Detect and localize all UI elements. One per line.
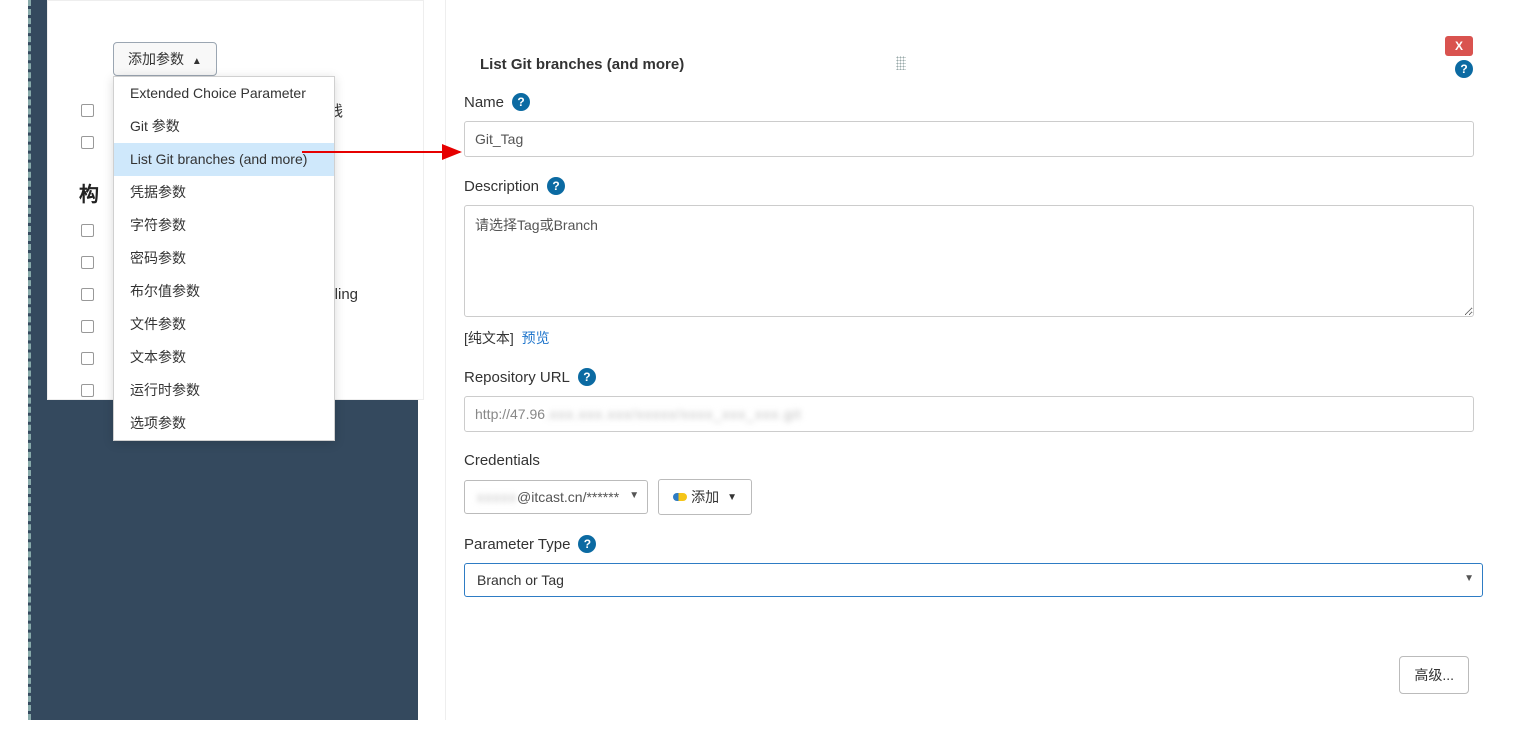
dropdown-item-file[interactable]: 文件参数: [114, 308, 334, 341]
repo-url-label: Repository URL ?: [464, 368, 1483, 386]
description-label-text: Description: [464, 178, 539, 195]
plain-text-label: [纯文本]: [464, 330, 514, 346]
key-icon: [673, 493, 687, 501]
repo-url-input[interactable]: http://47.96.xxx.xxx.xxx/xxxxx/xxxx_xxx_…: [464, 396, 1474, 432]
checkbox[interactable]: [81, 288, 94, 301]
repo-url-visible: http://47.96: [475, 406, 545, 422]
dropdown-item-credentials[interactable]: 凭据参数: [114, 176, 334, 209]
drag-handle-icon[interactable]: [896, 56, 906, 70]
repo-url-label-text: Repository URL: [464, 369, 570, 386]
dropdown-item-boolean[interactable]: 布尔值参数: [114, 275, 334, 308]
checkbox[interactable]: [81, 256, 94, 269]
panel-title-text: List Git branches (and more): [480, 56, 684, 73]
dropdown-item-git-param[interactable]: Git 参数: [114, 110, 334, 143]
checkbox[interactable]: [81, 384, 94, 397]
dropdown-item-text[interactable]: 文本参数: [114, 341, 334, 374]
credentials-select[interactable]: xxxxx@itcast.cn/******: [464, 480, 648, 514]
repo-url-redacted: .xxx.xxx.xxx/xxxxx/xxxx_xxx_xxx.git: [545, 406, 802, 422]
description-textarea[interactable]: [464, 205, 1474, 317]
dropdown-item-extended-choice[interactable]: Extended Choice Parameter: [114, 77, 334, 110]
credentials-label-text: Credentials: [464, 452, 540, 469]
name-label: Name ?: [464, 93, 1483, 111]
repo-url-field-group: Repository URL ? http://47.96.xxx.xxx.xx…: [464, 368, 1483, 432]
close-button[interactable]: X: [1445, 36, 1473, 56]
help-icon[interactable]: ?: [547, 177, 565, 195]
caret-up-icon: ▲: [192, 56, 202, 67]
checkbox[interactable]: [81, 136, 94, 149]
parameter-config-panel: X ? List Git branches (and more) Name ? …: [445, 0, 1501, 720]
dropdown-item-password[interactable]: 密码参数: [114, 242, 334, 275]
name-label-text: Name: [464, 94, 504, 111]
help-icon[interactable]: ?: [1455, 60, 1473, 78]
help-icon[interactable]: ?: [578, 535, 596, 553]
checkbox[interactable]: [81, 224, 94, 237]
param-type-field-group: Parameter Type ? Branch or Tag: [464, 535, 1483, 597]
param-type-label-text: Parameter Type: [464, 536, 570, 553]
dropdown-item-run[interactable]: 运行时参数: [114, 374, 334, 407]
credentials-redacted: xxxxx: [477, 489, 517, 505]
description-field-group: Description ? [纯文本] 预览: [464, 177, 1483, 348]
description-label: Description ?: [464, 177, 1483, 195]
description-format-hint: [纯文本] 预览: [464, 328, 1483, 348]
add-parameter-dropdown: Extended Choice Parameter Git 参数 List Gi…: [113, 76, 335, 441]
dropdown-item-string[interactable]: 字符参数: [114, 209, 334, 242]
param-type-select[interactable]: Branch or Tag: [464, 563, 1483, 597]
credentials-row: xxxxx@itcast.cn/****** 添加 ▼: [464, 479, 1483, 515]
add-parameter-button[interactable]: 添加参数 ▲: [113, 42, 217, 76]
preview-link[interactable]: 预览: [522, 330, 550, 346]
dropdown-item-choice[interactable]: 选项参数: [114, 407, 334, 440]
panel-title: List Git branches (and more): [480, 56, 1483, 73]
credentials-field-group: Credentials xxxxx@itcast.cn/****** 添加 ▼: [464, 452, 1483, 515]
param-type-value-text: Branch or Tag: [477, 572, 564, 588]
checkbox[interactable]: [81, 104, 94, 117]
caret-down-icon: ▼: [727, 492, 737, 503]
checkbox[interactable]: [81, 352, 94, 365]
help-icon[interactable]: ?: [578, 368, 596, 386]
left-source-panel: 构 流水线 置 m polling 添加参数 ▲: [28, 0, 418, 720]
checkbox[interactable]: [81, 320, 94, 333]
help-icon[interactable]: ?: [512, 93, 530, 111]
credentials-label: Credentials: [464, 452, 1483, 469]
credentials-value-text: @itcast.cn/******: [517, 489, 619, 505]
dropdown-item-list-git-branches[interactable]: List Git branches (and more): [114, 143, 334, 176]
advanced-button[interactable]: 高级...: [1399, 656, 1469, 694]
add-parameter-label: 添加参数: [128, 51, 184, 67]
name-input[interactable]: [464, 121, 1474, 157]
add-credential-button[interactable]: 添加 ▼: [658, 479, 752, 515]
name-field-group: Name ?: [464, 93, 1483, 157]
add-credential-label: 添加: [691, 487, 719, 507]
param-type-label: Parameter Type ?: [464, 535, 1483, 553]
